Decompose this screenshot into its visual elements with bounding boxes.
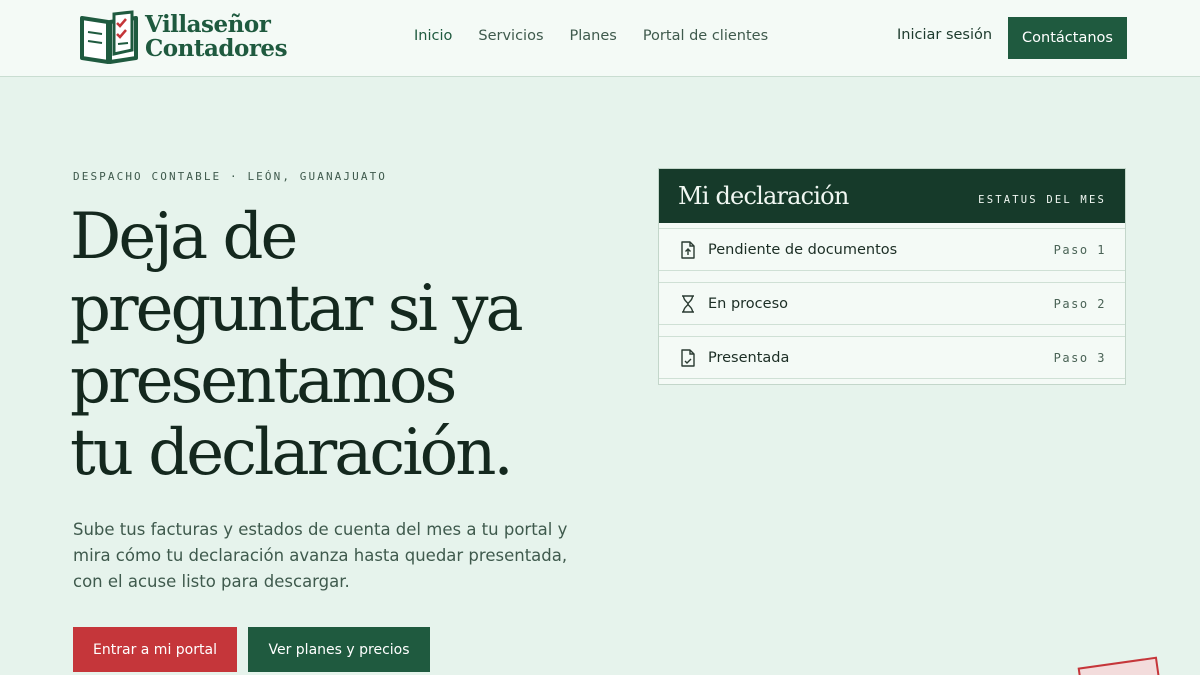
main-nav: Inicio Servicios Planes Portal de client…: [414, 28, 794, 44]
subtitle-line: mira cómo tu declaración avanza hasta qu…: [73, 546, 568, 565]
view-plans-button[interactable]: Ver planes y precios: [248, 627, 430, 672]
nav-inicio[interactable]: Inicio: [414, 28, 452, 44]
login-link[interactable]: Iniciar sesión: [897, 27, 992, 43]
status-step: Paso 2: [1053, 297, 1106, 311]
nav-portal-de-clientes[interactable]: Portal de clientes: [643, 28, 768, 44]
site-header: Villaseñor Contadores Inicio Servicios P…: [0, 0, 1200, 77]
stamp-decoration: [1077, 656, 1163, 675]
headline-line: presentamos: [70, 344, 457, 418]
document-upload-icon: [681, 241, 695, 259]
hero-subtitle: Sube tus facturas y estados de cuenta de…: [73, 517, 568, 595]
nav-servicios[interactable]: Servicios: [478, 28, 543, 44]
headline-line: tu declaración.: [70, 416, 514, 490]
card-title: Mi declaración: [678, 182, 849, 210]
headline-line: preguntar si ya: [70, 272, 524, 346]
subtitle-line: con el acuse listo para descargar.: [73, 572, 350, 591]
status-label: Pendiente de documentos: [708, 242, 898, 258]
brand-logo[interactable]: Villaseñor Contadores: [78, 10, 288, 64]
brand-name-line2: Contadores: [145, 35, 288, 62]
status-step: Paso 1: [1053, 243, 1106, 257]
subtitle-line: Sube tus facturas y estados de cuenta de…: [73, 520, 568, 539]
card-kicker: ESTATUS DEL MES: [978, 194, 1106, 206]
headline-line: Deja de: [70, 200, 298, 274]
status-label: En proceso: [708, 296, 788, 312]
brand-name-line1: Villaseñor: [145, 11, 271, 38]
status-label: Presentada: [708, 350, 790, 366]
brand-name: Villaseñor Contadores: [145, 11, 288, 62]
open-book-checklist-icon: [80, 10, 138, 64]
hero-eyebrow: DESPACHO CONTABLE · LEÓN, GUANAJUATO: [73, 170, 388, 183]
status-row-presentada: Presentada Paso 3: [659, 331, 1125, 385]
document-check-icon: [681, 349, 695, 367]
hero-headline: Deja de preguntar si ya presentamos tu d…: [70, 201, 610, 489]
contact-button[interactable]: Contáctanos: [1008, 17, 1127, 59]
hourglass-icon: [682, 295, 694, 313]
status-row-pendiente: Pendiente de documentos Paso 1: [659, 223, 1125, 277]
enter-portal-button[interactable]: Entrar a mi portal: [73, 627, 237, 672]
card-header: Mi declaración ESTATUS DEL MES: [659, 169, 1125, 223]
nav-planes[interactable]: Planes: [570, 28, 617, 44]
status-row-en-proceso: En proceso Paso 2: [659, 277, 1125, 331]
status-step: Paso 3: [1053, 351, 1106, 365]
declaration-status-card: Mi declaración ESTATUS DEL MES Pendiente…: [658, 168, 1126, 385]
